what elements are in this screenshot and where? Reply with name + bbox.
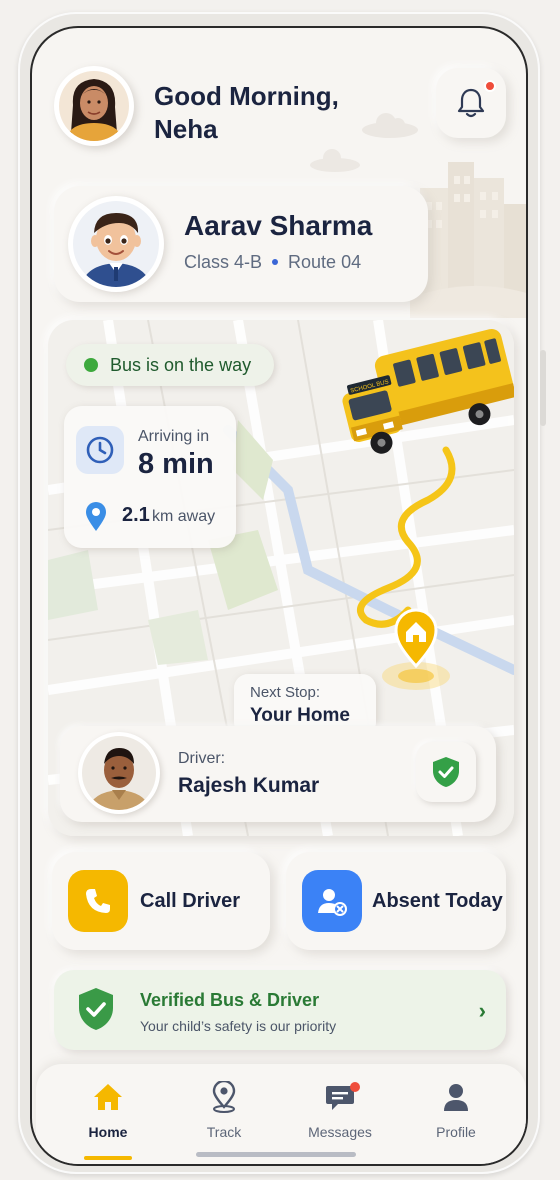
greeting-line-1: Good Morning, <box>154 81 339 111</box>
nav-item-profile[interactable]: Profile <box>408 1080 504 1150</box>
cloud-decoration <box>310 149 360 172</box>
message-badge <box>350 1082 360 1092</box>
notification-badge <box>484 80 496 92</box>
nav-item-home[interactable]: Home <box>60 1080 156 1160</box>
child-card[interactable]: Aarav Sharma Class 4-B Route 04 <box>54 186 428 302</box>
distance-unit: km away <box>152 508 216 525</box>
bus-status: Bus is on the way <box>110 354 252 375</box>
absent-today-label: Absent Today <box>372 890 503 912</box>
absent-icon-box <box>302 870 362 932</box>
nav-label-home: Home <box>88 1124 128 1140</box>
driver-photo <box>82 736 156 810</box>
nav-item-messages[interactable]: Messages <box>292 1080 388 1150</box>
child-photo <box>73 201 159 287</box>
nav-label-profile: Profile <box>436 1124 476 1140</box>
call-icon-box <box>68 870 128 932</box>
bell-icon <box>457 88 485 118</box>
child-class: Class 4-B <box>184 252 263 272</box>
verified-banner[interactable]: Verified Bus & Driver Your child’s safet… <box>54 970 506 1050</box>
distance-value: 2.1 <box>122 504 150 526</box>
app-screen: Good Morning, Neha Aarav Sharma Class 4-… <box>30 26 528 1166</box>
chevron-right-icon: › <box>478 998 486 1023</box>
verified-title: Verified Bus & Driver <box>140 990 320 1010</box>
next-stop-value: Your Home <box>250 705 350 726</box>
shield-check-icon <box>79 988 113 1030</box>
shield-check-icon <box>433 757 459 787</box>
driver-avatar <box>78 732 160 814</box>
nav-label-messages: Messages <box>308 1124 372 1140</box>
parent-photo <box>59 71 129 141</box>
person-icon <box>444 1084 468 1111</box>
child-name: Aarav Sharma <box>184 210 373 241</box>
child-meta: Class 4-B Route 04 <box>184 252 361 273</box>
location-pin-icon <box>212 1081 236 1113</box>
notification-button[interactable] <box>436 68 506 138</box>
eta-card: Arriving in 8 min 2.1 km away <box>64 406 236 548</box>
driver-name: Rajesh Kumar <box>178 774 320 797</box>
parent-avatar[interactable] <box>54 66 134 146</box>
home-icon <box>94 1084 122 1110</box>
bottom-nav: Home Track Messages Profile <box>36 1064 526 1164</box>
verified-subtitle: Your child’s safety is our priority <box>140 1018 337 1034</box>
clock-icon-box <box>76 426 124 474</box>
home-indicator[interactable] <box>196 1152 356 1157</box>
child-avatar <box>68 196 164 292</box>
eta-value: 8 min <box>138 448 214 480</box>
call-driver-button[interactable]: Call Driver <box>52 852 270 950</box>
call-driver-label: Call Driver <box>140 890 241 912</box>
next-stop-label: Next Stop: <box>250 684 321 701</box>
active-indicator <box>84 1156 132 1160</box>
nav-item-track[interactable]: Track <box>176 1080 272 1150</box>
side-button <box>540 350 546 426</box>
driver-card[interactable]: Driver: Rajesh Kumar <box>60 726 496 822</box>
separator-dot <box>272 258 279 265</box>
driver-label: Driver: <box>178 750 226 767</box>
greeting-text: Good Morning, Neha <box>154 80 339 146</box>
nav-label-track: Track <box>206 1124 242 1140</box>
eta-label: Arriving in <box>138 428 210 445</box>
clock-icon <box>86 436 114 464</box>
status-dot <box>84 358 98 372</box>
person-absent-icon <box>318 889 347 916</box>
live-tracking-card[interactable]: SCHOOL BUS Bus is on the way Arriving in… <box>48 320 514 836</box>
driver-verified-badge[interactable] <box>416 742 476 802</box>
absent-today-button[interactable]: Absent Today <box>286 852 506 950</box>
location-pin-icon <box>86 502 106 531</box>
parent-name: Neha <box>154 114 218 144</box>
child-route: Route 04 <box>288 252 362 272</box>
status-pill: Bus is on the way <box>66 344 274 386</box>
phone-icon <box>86 889 110 913</box>
cloud-decoration <box>362 113 418 138</box>
